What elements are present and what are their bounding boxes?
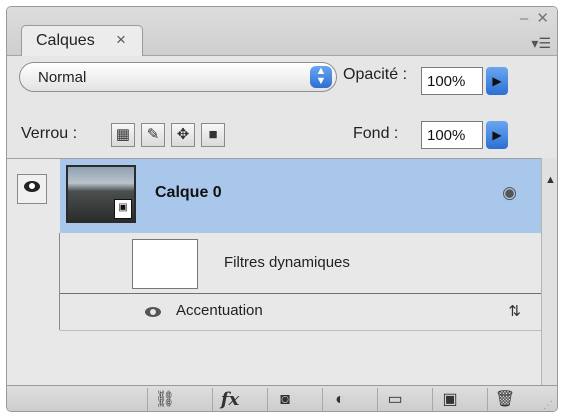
adjustment-layer-icon[interactable]: ◐ xyxy=(322,388,357,411)
resize-grip-icon[interactable]: ⋰ xyxy=(543,400,553,411)
smart-filters-label: Filtres dynamiques xyxy=(224,254,350,271)
smart-filters-row[interactable]: Filtres dynamiques xyxy=(60,233,543,294)
eye-icon[interactable] xyxy=(145,307,161,317)
opacity-label: Opacité : xyxy=(343,66,408,83)
fx-icon[interactable]: fx xyxy=(212,388,247,411)
link-layers-icon[interactable]: ⛓ xyxy=(147,388,182,411)
blend-mode-select[interactable]: Normal ▲ ▼ xyxy=(19,62,337,92)
blend-mode-value: Normal xyxy=(38,69,87,86)
fill-input[interactable]: 100% xyxy=(421,121,483,149)
trash-icon[interactable]: 🗑 xyxy=(487,388,522,411)
effect-label: Accentuation xyxy=(176,302,263,319)
tab-label: Calques xyxy=(36,32,95,49)
new-layer-icon[interactable]: ▣ xyxy=(432,388,467,411)
lock-transparency-icon[interactable]: ▦ xyxy=(111,123,135,147)
tree-divider xyxy=(59,233,60,330)
updown-arrow-icon[interactable]: ▲ ▼ xyxy=(310,66,332,88)
window-controls[interactable]: – ✕ xyxy=(520,9,551,27)
fill-arrow-button[interactable]: ▶ xyxy=(486,121,508,149)
blend-opacity-row: Normal ▲ ▼ Opacité : 100% ▶ xyxy=(7,55,557,107)
lock-position-icon[interactable]: ✥ xyxy=(171,123,195,147)
new-group-icon[interactable]: ▭ xyxy=(377,388,412,411)
panel-bottom-toolbar: ⛓ fx ◙ ◐ ▭ ▣ 🗑 ⋰ xyxy=(7,385,557,411)
lock-all-icon[interactable]: ■ xyxy=(201,123,225,147)
smart-filter-indicator-icon[interactable]: ◉ xyxy=(502,183,517,203)
close-icon[interactable]: × xyxy=(116,30,126,50)
smart-object-icon: ▣ xyxy=(114,199,132,219)
panel-menu-icon[interactable]: ▾☰ xyxy=(531,35,551,52)
visibility-toggle[interactable] xyxy=(17,174,47,204)
layer-name: Calque 0 xyxy=(155,184,222,201)
add-mask-icon[interactable]: ◙ xyxy=(267,388,302,411)
filter-mask-thumbnail[interactable] xyxy=(132,239,198,289)
scroll-up-icon[interactable]: ▲ xyxy=(545,174,556,186)
lock-label: Verrou : xyxy=(21,125,78,142)
eye-icon xyxy=(24,181,40,192)
layer-row-calque-0[interactable]: ▣ Calque 0 ◉ xyxy=(60,159,543,234)
filter-effect-row[interactable]: Accentuation ⇅ xyxy=(60,294,543,331)
opacity-arrow-button[interactable]: ▶ xyxy=(486,67,508,95)
tab-calques[interactable]: Calques × xyxy=(21,25,143,56)
blending-options-icon[interactable]: ⇅ xyxy=(508,302,521,320)
layers-panel: Calques × – ✕ ▾☰ Normal ▲ ▼ Opacité : 100… xyxy=(6,6,558,412)
fill-label: Fond : xyxy=(353,125,399,142)
layer-thumbnail: ▣ xyxy=(66,165,136,223)
opacity-input[interactable]: 100% xyxy=(421,67,483,95)
layers-list: ▣ Calque 0 ◉ Filtres dynamiques Accentua… xyxy=(7,158,543,386)
lock-fill-row: Verrou : ▦ ✎ ✥ ■ Fond : 100% ▶ xyxy=(7,107,557,159)
layers-scrollbar[interactable]: ▲ xyxy=(541,158,557,385)
lock-brush-icon[interactable]: ✎ xyxy=(141,123,165,147)
panel-titlebar: Calques × – ✕ ▾☰ xyxy=(7,7,557,56)
